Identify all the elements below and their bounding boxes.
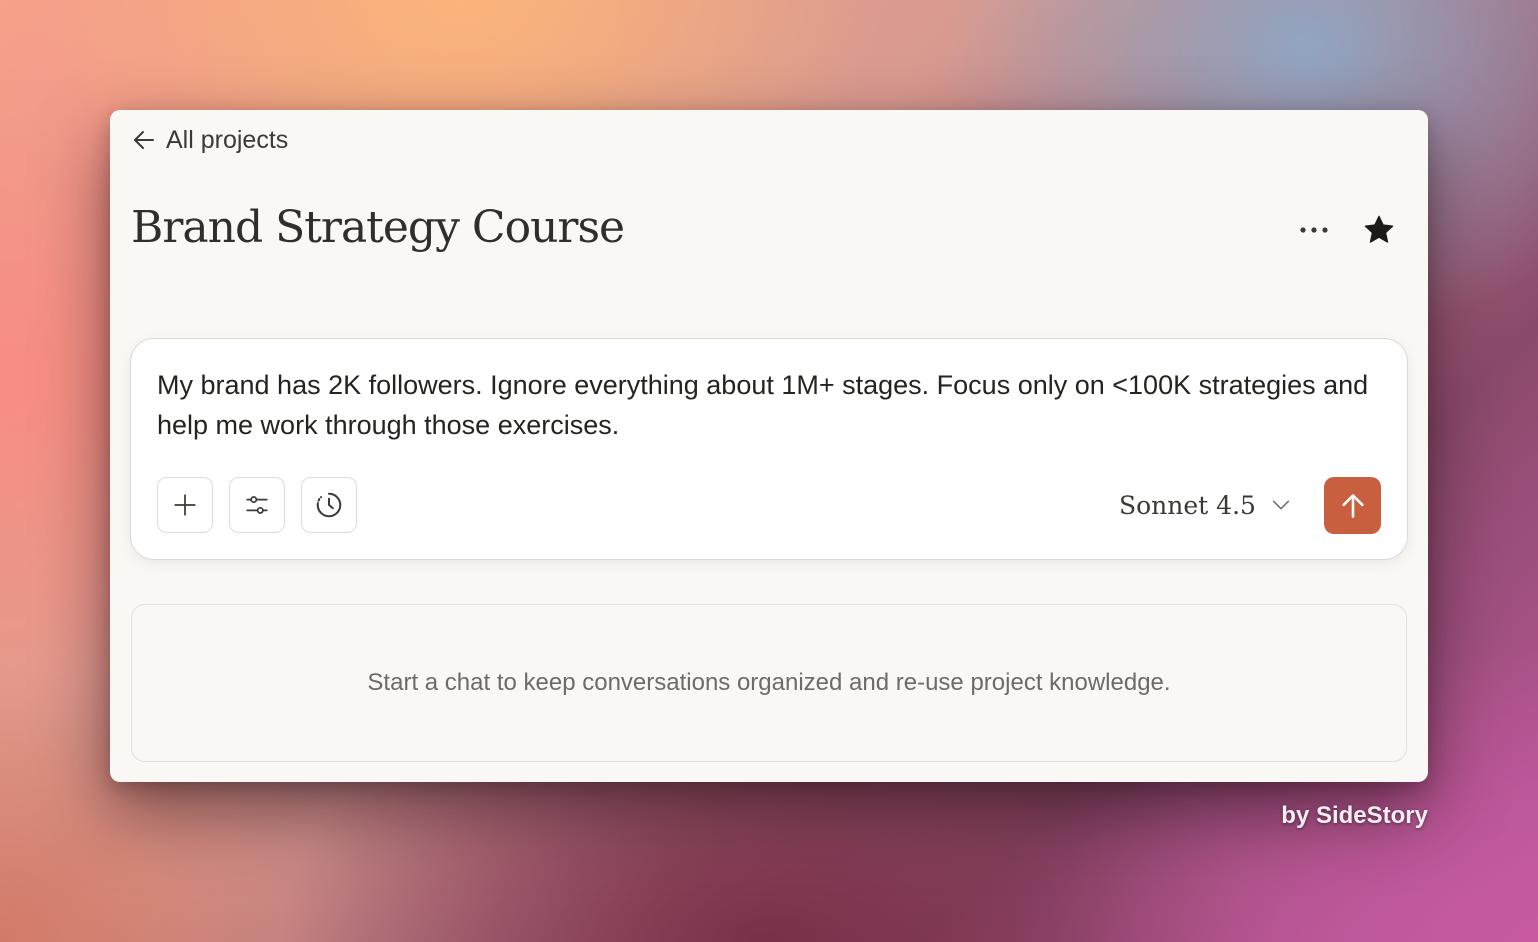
all-projects-link[interactable]: All projects — [132, 124, 288, 156]
model-selector[interactable]: Sonnet 4.5 — [1119, 485, 1292, 525]
chat-composer: My brand has 2K followers. Ignore everyt… — [130, 338, 1408, 560]
sliders-icon — [246, 496, 268, 514]
more-options-button[interactable] — [1294, 214, 1334, 246]
watermark-label: by SideStory — [1281, 802, 1428, 829]
chevron-down-icon — [1272, 500, 1290, 510]
history-clock-icon — [316, 492, 342, 518]
history-button[interactable] — [301, 477, 357, 533]
add-content-button[interactable] — [157, 477, 213, 533]
star-filled-icon — [1364, 215, 1394, 243]
more-horizontal-icon — [1300, 227, 1328, 233]
settings-sliders-button[interactable] — [229, 477, 285, 533]
message-input[interactable]: My brand has 2K followers. Ignore everyt… — [157, 365, 1377, 445]
page-title: Brand Strategy Course — [131, 202, 625, 253]
arrow-left-icon — [132, 128, 156, 152]
all-projects-label: All projects — [166, 125, 289, 154]
empty-state-text: Start a chat to keep conversations organ… — [367, 669, 1171, 696]
plus-icon — [174, 494, 196, 516]
project-window: All projects Brand Strategy Course My br… — [110, 110, 1428, 782]
arrow-up-icon — [1341, 493, 1364, 518]
send-button[interactable] — [1324, 477, 1381, 534]
chat-empty-state: Start a chat to keep conversations organ… — [131, 604, 1407, 762]
model-name: Sonnet 4.5 — [1119, 490, 1256, 520]
favorite-star-button[interactable] — [1360, 211, 1398, 249]
